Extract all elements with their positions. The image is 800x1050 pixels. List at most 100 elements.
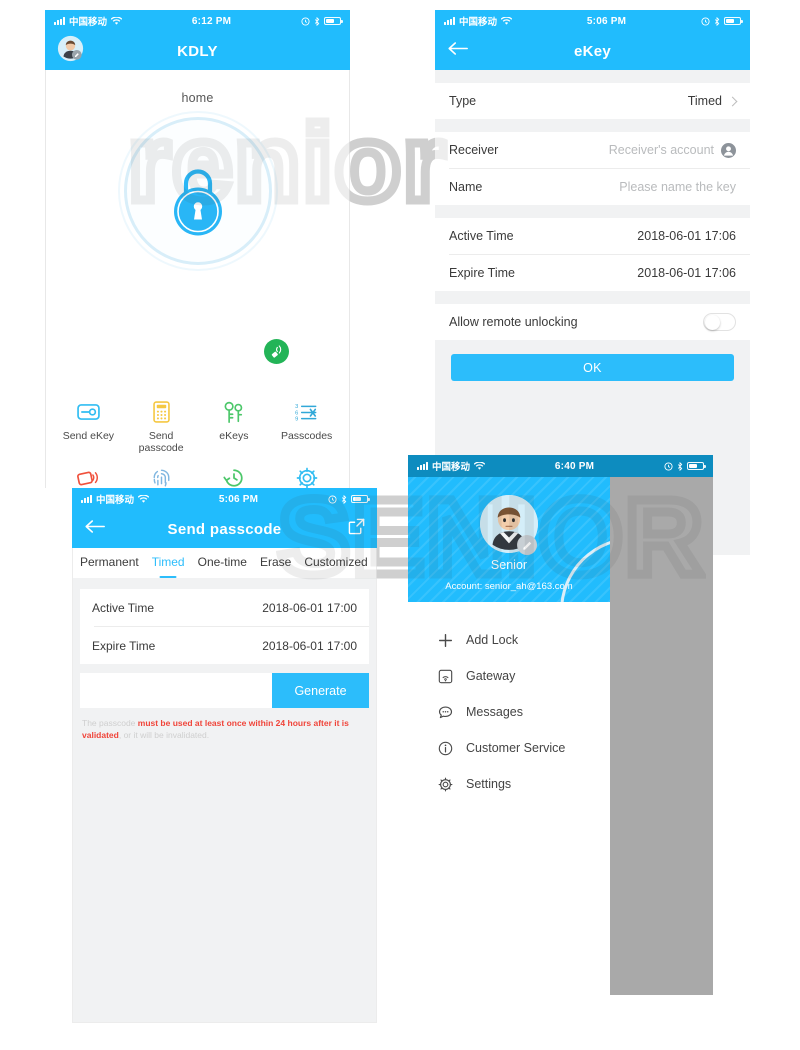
back-arrow-icon[interactable] [447, 41, 469, 61]
share-icon[interactable] [348, 518, 365, 540]
feature-grid: Send eKey Send passcode eKeys 369 Passco… [46, 392, 349, 488]
grid-item-setting[interactable]: Setting [270, 458, 343, 488]
tab-one-time[interactable]: One-time [198, 555, 247, 571]
lock-name-label: home [181, 91, 214, 105]
fingerprint-icon [151, 466, 172, 488]
back-arrow-icon[interactable] [84, 519, 106, 539]
bluetooth-icon [314, 16, 320, 26]
phone-drawer-screen: 中国移动 6:40 PM Senior Account: senior_ah@1… [408, 455, 713, 995]
drawer-item-settings[interactable]: Settings [408, 766, 610, 802]
drawer-item-gateway[interactable]: Gateway [408, 658, 610, 694]
edit-pencil-icon[interactable] [517, 535, 537, 555]
drawer-item-add-lock[interactable]: Add Lock [408, 622, 610, 658]
row-allow-remote-unlocking[interactable]: Allow remote unlocking [435, 304, 750, 340]
message-bubble-icon [438, 705, 453, 720]
page-title: KDLY [177, 42, 218, 60]
grid-item-send-passcode[interactable]: Send passcode [125, 392, 198, 458]
row-label: Expire Time [92, 638, 156, 653]
send-ekey-icon [77, 400, 100, 424]
grid-label: Send eKey [62, 430, 115, 442]
avatar[interactable] [57, 35, 84, 67]
row-name[interactable]: Name Please name the key [435, 169, 750, 205]
gear-icon [296, 466, 318, 488]
nav-bar: KDLY [45, 32, 350, 70]
row-active-time[interactable]: Active Time 2018-06-01 17:00 [80, 589, 369, 626]
clock-label: 6:40 PM [554, 460, 595, 472]
tab-permanent[interactable]: Permanent [80, 555, 139, 571]
grid-item-records[interactable]: Records [198, 458, 271, 488]
wifi-icon [474, 461, 486, 470]
bluetooth-icon [341, 494, 347, 504]
signal-bars-icon [444, 17, 455, 25]
drawer-item-label: Add Lock [466, 633, 519, 647]
carrier-label: 中国移动 [69, 17, 108, 28]
row-active-time[interactable]: Active Time 2018-06-01 17:06 [435, 218, 750, 254]
status-bar: 中国移动 5:06 PM [435, 10, 750, 32]
alarm-icon [301, 16, 310, 26]
row-label: Type [449, 94, 477, 108]
phone-home-screen: 中国移动 6:12 PM KDLY home Send eKey Send pa… [45, 10, 350, 488]
drawer-item-messages[interactable]: Messages [408, 694, 610, 730]
grid-label: Send passcode [138, 430, 184, 454]
drawer-item-label: Gateway [466, 669, 516, 683]
passcodes-icon: 369 [295, 400, 318, 424]
signal-bars-icon [54, 17, 65, 25]
home-content: home Send eKey Send passcode eKeys 3 6 9… [45, 70, 350, 488]
section-gap [435, 205, 750, 218]
page-title: eKey [573, 42, 612, 60]
battery-icon [687, 461, 706, 471]
plus-icon [438, 633, 453, 648]
time-section: Active Time 2018-06-01 17:06 Expire Time… [435, 218, 750, 291]
feature-row-2: IC cards Fingerprints Records [52, 458, 343, 488]
drawer-content: 369 Passcodes s [408, 477, 713, 995]
name-input[interactable]: Please name the key [619, 180, 736, 194]
receiver-input[interactable]: Receiver's account [609, 143, 714, 157]
clock-label: 5:06 PM [586, 15, 627, 27]
remote-unlock-section: Allow remote unlocking [435, 304, 750, 340]
warning-post: , or it will be invalidated. [118, 730, 210, 740]
grid-item-ekeys[interactable]: eKeys [198, 392, 271, 458]
grid-item-send-ekey[interactable]: Send eKey [52, 392, 125, 458]
passcode-warning-text: The passcode must be used at least once … [82, 717, 367, 741]
battery-icon [324, 16, 343, 26]
alarm-icon [701, 16, 710, 26]
calculator-icon [152, 400, 170, 424]
page-title: Send passcode [167, 520, 282, 538]
drawer-item-customer-service[interactable]: Customer Service [408, 730, 610, 766]
row-expire-time[interactable]: Expire Time 2018-06-01 17:00 [80, 627, 369, 664]
tab-timed[interactable]: Timed [152, 555, 185, 571]
row-label: Expire Time [449, 266, 515, 280]
passcode-content: Permanent Timed One-time Erase Customize… [72, 548, 377, 1023]
row-receiver[interactable]: Receiver Receiver's account [435, 132, 750, 168]
generate-button[interactable]: Generate [272, 673, 369, 708]
padlock-icon[interactable] [165, 161, 231, 242]
row-type[interactable]: Type Timed [435, 83, 750, 119]
ok-button-wrap: OK [435, 340, 750, 395]
time-card: Active Time 2018-06-01 17:00 Expire Time… [80, 589, 369, 664]
ok-button[interactable]: OK [451, 354, 734, 381]
tab-customized[interactable]: Customized [304, 555, 367, 571]
wifi-icon [501, 16, 513, 25]
grid-item-fingerprints[interactable]: Fingerprints [125, 458, 198, 488]
feature-row-1: Send eKey Send passcode eKeys 369 Passco… [52, 392, 343, 458]
status-bar: 中国移动 5:06 PM [72, 488, 377, 510]
chevron-right-icon [727, 96, 738, 106]
ic-card-icon [76, 466, 100, 488]
info-circle-icon [438, 741, 453, 756]
passcode-type-tabs: Permanent Timed One-time Erase Customize… [73, 548, 376, 578]
remote-unlock-toggle[interactable] [703, 313, 736, 331]
clock-label: 6:12 PM [191, 15, 232, 27]
row-label: Active Time [92, 600, 155, 615]
bluetooth-broadcast-icon[interactable] [264, 339, 289, 364]
row-label: Allow remote unlocking [449, 315, 578, 329]
grid-item-ic-cards[interactable]: IC cards [52, 458, 125, 488]
status-bar: 中国移动 6:12 PM [45, 10, 350, 32]
contact-icon[interactable] [721, 142, 736, 158]
drawer-scrim[interactable] [610, 477, 713, 995]
row-label: Name [449, 180, 483, 194]
row-expire-time[interactable]: Expire Time 2018-06-01 17:06 [435, 255, 750, 291]
tab-erase[interactable]: Erase [260, 555, 291, 571]
svg-text:3: 3 [295, 404, 298, 410]
passcode-input[interactable] [80, 673, 272, 708]
grid-item-passcodes[interactable]: 369 Passcodes [270, 392, 343, 458]
